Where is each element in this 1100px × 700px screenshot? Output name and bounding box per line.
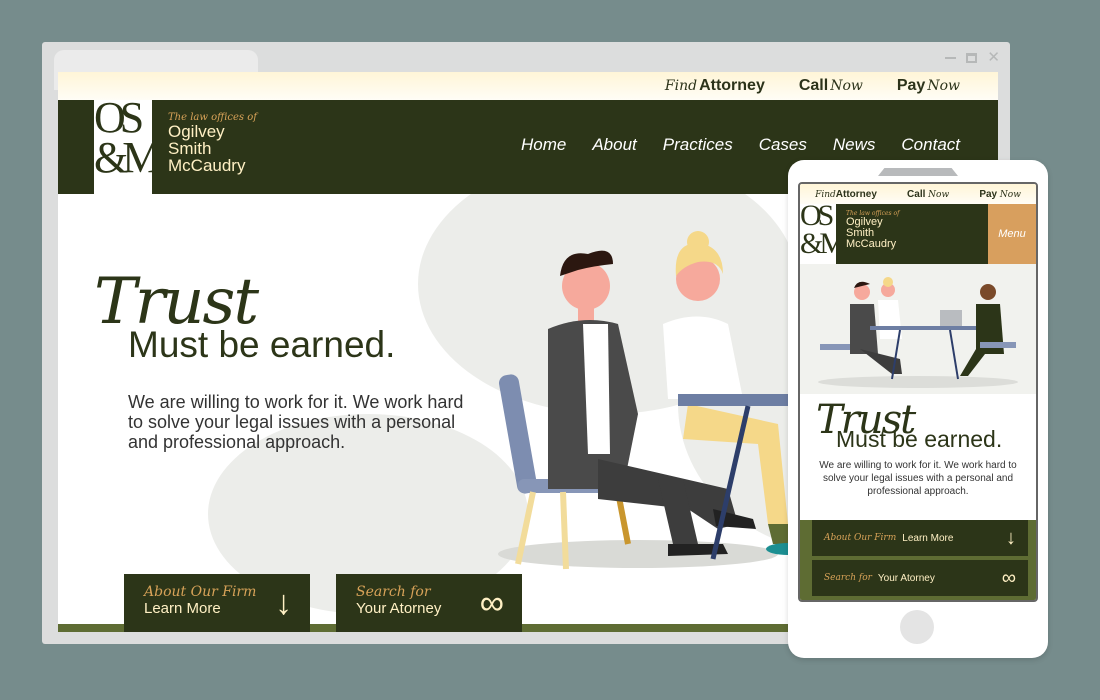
pay-now-link[interactable]: Pay Now [897,77,960,95]
nav-about[interactable]: About [592,135,636,155]
monogram-os: OS [94,93,144,142]
mobile-cta-area: About Our Firm Learn More ↓ Search for Y… [800,520,1036,600]
find-label: Attorney [835,188,877,200]
logo-name-ogilvey: Ogilvey [168,122,225,141]
hero-script-title: Trust [94,265,259,339]
hero-description: We are willing to work for it. We work h… [819,460,1017,497]
woman-blouse [663,316,743,399]
primary-nav: Home About Practices Cases News Contact [521,135,960,155]
mobile-utility-bar: FindAttorney Call Now Pay Now [800,184,1036,204]
mobile-navbar: OS &M The law offices of Ogilvey Smith M… [800,199,1036,264]
maximize-icon[interactable] [966,53,978,63]
phone-speaker [878,168,958,176]
about-firm-button[interactable]: About Our Firm Learn More ↓ [124,574,310,632]
window-controls: ✕ [945,50,1000,65]
utility-bar: Find Attorney Call Now Pay Now [58,72,998,100]
call-script: Now [830,78,863,94]
binoculars-icon: ∞ [479,584,504,622]
nav-news[interactable]: News [833,135,876,155]
chair-back [499,374,537,494]
hero-title: Must be earned. [128,324,396,365]
man-shoe [668,544,728,556]
floor-shadow [498,540,778,568]
cta-label: Learn More [902,532,954,544]
woman-bun [687,231,709,253]
binoculars-icon: ∞ [1001,566,1016,589]
call-script: Now [928,189,950,200]
mobile-find-attorney-link[interactable]: FindAttorney [815,189,877,200]
mobile-pay-now-link[interactable]: Pay Now [979,189,1021,200]
search-attorney-button[interactable]: Search for Your Atorney ∞ [336,574,522,632]
logo-name-smith: Smith [168,139,212,158]
pay-script: Now [999,189,1021,200]
chair-leg [560,491,569,570]
find-script: Find [664,78,698,94]
nav-practices[interactable]: Practices [663,135,733,155]
cta-script: About Our Firm [824,533,897,543]
arrow-down-icon: ↓ [1006,526,1016,549]
logo-name-mccaudry: McCaudry [168,156,246,175]
nav-home[interactable]: Home [521,135,566,155]
mobile-device: FindAttorney Call Now Pay Now OS &M The … [788,160,1048,658]
mobile-viewport: FindAttorney Call Now Pay Now OS &M The … [798,182,1038,602]
mobile-hero-text: Trust Must be earned. We are willing to … [800,394,1036,498]
close-icon[interactable]: ✕ [987,50,1000,65]
mobile-about-firm-button[interactable]: About Our Firm Learn More ↓ [812,520,1028,556]
find-script: Find [815,189,836,200]
phone-home-button[interactable] [900,610,934,644]
mobile-menu-button[interactable]: Menu [988,204,1036,264]
logo-monogram[interactable]: OS &M [94,93,161,182]
monogram-am: &M [800,227,846,260]
pay-label: Pay [979,188,998,200]
meeting-illustration-small [818,277,1018,388]
mobile-call-now-link[interactable]: Call Now [907,189,949,200]
mobile-meeting-illustration [800,264,1036,394]
call-label: Call [798,77,829,94]
logo-name-mccaudry: McCaudry [846,238,897,250]
minimize-icon[interactable] [945,57,957,59]
logo-wordmark[interactable]: The law offices of Ogilvey Smith McCaudr… [168,112,257,174]
call-now-link[interactable]: Call Now [799,77,863,95]
mobile-logo-wordmark[interactable]: The law offices of Ogilvey Smith McCaudr… [846,210,899,250]
find-attorney-link[interactable]: Find Attorney [665,77,765,95]
hero-description: We are willing to work for it. We work h… [128,392,464,452]
mobile-logo-monogram[interactable]: OS &M [800,199,846,260]
find-label: Attorney [699,77,765,94]
cta-label: Your Atorney [877,572,935,584]
monogram-am: &M [94,133,161,182]
hero-text: Trust Must be earned. We are willing to … [94,265,468,452]
pay-label: Pay [896,77,926,94]
nav-cases[interactable]: Cases [759,135,807,155]
mobile-search-attorney-button[interactable]: Search for Your Atorney ∞ [812,560,1028,596]
nav-contact[interactable]: Contact [901,135,960,155]
call-label: Call [907,188,926,200]
cta-script: Search for [824,573,872,583]
arrow-down-icon: ↓ [275,584,292,622]
pay-script: Now [927,78,960,94]
hero-title: Must be earned. [836,426,1003,452]
monogram-os: OS [800,199,834,232]
